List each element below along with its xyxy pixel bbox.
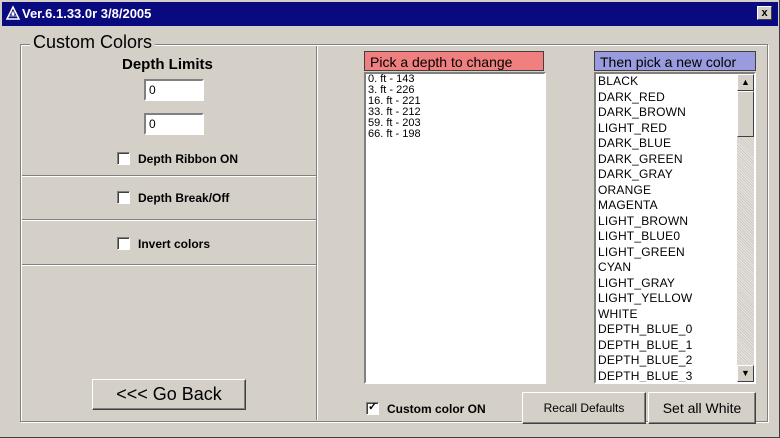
color-list-items: BLACK DARK_RED DARK_BROWN LIGHT_RED DARK_BLU… xyxy=(596,74,754,383)
list-item[interactable]: DARK_GREEN xyxy=(596,152,754,168)
go-back-button[interactable]: <<< Go Back xyxy=(92,379,246,410)
depth-ribbon-label: Depth Ribbon ON xyxy=(138,152,238,166)
list-item[interactable]: LIGHT_BLUE0 xyxy=(596,229,754,245)
close-button[interactable]: x xyxy=(757,6,772,20)
list-item[interactable]: DEPTH_BLUE_0 xyxy=(596,322,754,338)
list-item[interactable]: LIGHT_BROWN xyxy=(596,214,754,230)
custom-color-checkbox[interactable]: Custom color ON xyxy=(366,400,486,416)
depth-max-input[interactable]: 0 xyxy=(144,113,204,135)
checkbox-box[interactable] xyxy=(117,152,130,165)
list-item[interactable]: DARK_RED xyxy=(596,90,754,106)
app-logo-icon xyxy=(5,5,21,21)
list-item[interactable]: LIGHT_GRAY xyxy=(596,276,754,292)
separator xyxy=(22,219,316,221)
arrow-up-icon: ▲ xyxy=(741,77,750,87)
list-item[interactable]: ORANGE xyxy=(596,183,754,199)
invert-colors-label: Invert colors xyxy=(138,237,211,251)
list-item[interactable]: MAGENTA xyxy=(596,198,754,214)
window-title: Ver.6.1.33.0r 3/8/2005 xyxy=(22,6,152,21)
list-item[interactable]: BLACK xyxy=(596,74,754,90)
color-picker-header: Then pick a new color xyxy=(594,51,756,71)
depth-break-checkbox[interactable]: Depth Break/Off xyxy=(117,191,229,205)
list-item[interactable]: LIGHT_YELLOW xyxy=(596,291,754,307)
separator xyxy=(22,175,316,177)
list-item[interactable]: CYAN xyxy=(596,260,754,276)
list-item[interactable]: DEPTH_BLUE_1 xyxy=(596,338,754,354)
list-item[interactable]: DARK_BLUE xyxy=(596,136,754,152)
list-item[interactable]: DARK_BROWN xyxy=(596,105,754,121)
list-item[interactable]: LIGHT_RED xyxy=(596,121,754,137)
scroll-thumb[interactable] xyxy=(737,91,754,137)
list-item[interactable]: DEPTH_BLUE_3 xyxy=(596,369,754,383)
scroll-up-button[interactable]: ▲ xyxy=(737,74,754,91)
list-item[interactable]: LIGHT_GREEN xyxy=(596,245,754,261)
panel-divider xyxy=(316,46,318,420)
scroll-down-button[interactable]: ▼ xyxy=(737,365,754,382)
recall-defaults-button[interactable]: Recall Defaults xyxy=(522,392,646,424)
list-item[interactable]: DEPTH_BLUE_2 xyxy=(596,353,754,369)
close-icon: x xyxy=(761,7,768,19)
depth-ribbon-checkbox[interactable]: Depth Ribbon ON xyxy=(117,152,238,166)
set-all-white-button[interactable]: Set all White xyxy=(648,392,756,424)
color-listbox[interactable]: BLACK DARK_RED DARK_BROWN LIGHT_RED DARK_BLU… xyxy=(594,72,756,384)
list-item[interactable]: 66. ft - 198 xyxy=(366,129,544,140)
list-item[interactable]: WHITE xyxy=(596,307,754,323)
depth-min-input[interactable]: 0 xyxy=(144,79,204,101)
color-scrollbar[interactable]: ▲ ▼ xyxy=(737,74,754,382)
checkbox-box[interactable] xyxy=(366,400,379,415)
separator xyxy=(22,264,316,266)
custom-colors-window: Ver.6.1.33.0r 3/8/2005 x Custom Colors D… xyxy=(0,0,780,438)
depth-listbox[interactable]: 0. ft - 143 3. ft - 226 16. ft - 221 33. ft… xyxy=(364,72,546,384)
title-bar: Ver.6.1.33.0r 3/8/2005 x xyxy=(2,2,778,26)
depth-list-items: 0. ft - 143 3. ft - 226 16. ft - 221 33. ft… xyxy=(366,74,544,140)
invert-colors-checkbox[interactable]: Invert colors xyxy=(117,237,210,251)
checkbox-box[interactable] xyxy=(117,237,130,250)
depth-break-label: Depth Break/Off xyxy=(138,191,230,205)
custom-color-label: Custom color ON xyxy=(387,402,486,416)
group-title: Custom Colors xyxy=(30,32,156,53)
list-item[interactable]: DARK_GRAY xyxy=(596,167,754,183)
arrow-down-icon: ▼ xyxy=(741,368,750,378)
checkbox-box[interactable] xyxy=(117,191,130,204)
depth-picker-header: Pick a depth to change xyxy=(364,51,544,71)
depth-limits-label: Depth Limits xyxy=(122,56,213,73)
